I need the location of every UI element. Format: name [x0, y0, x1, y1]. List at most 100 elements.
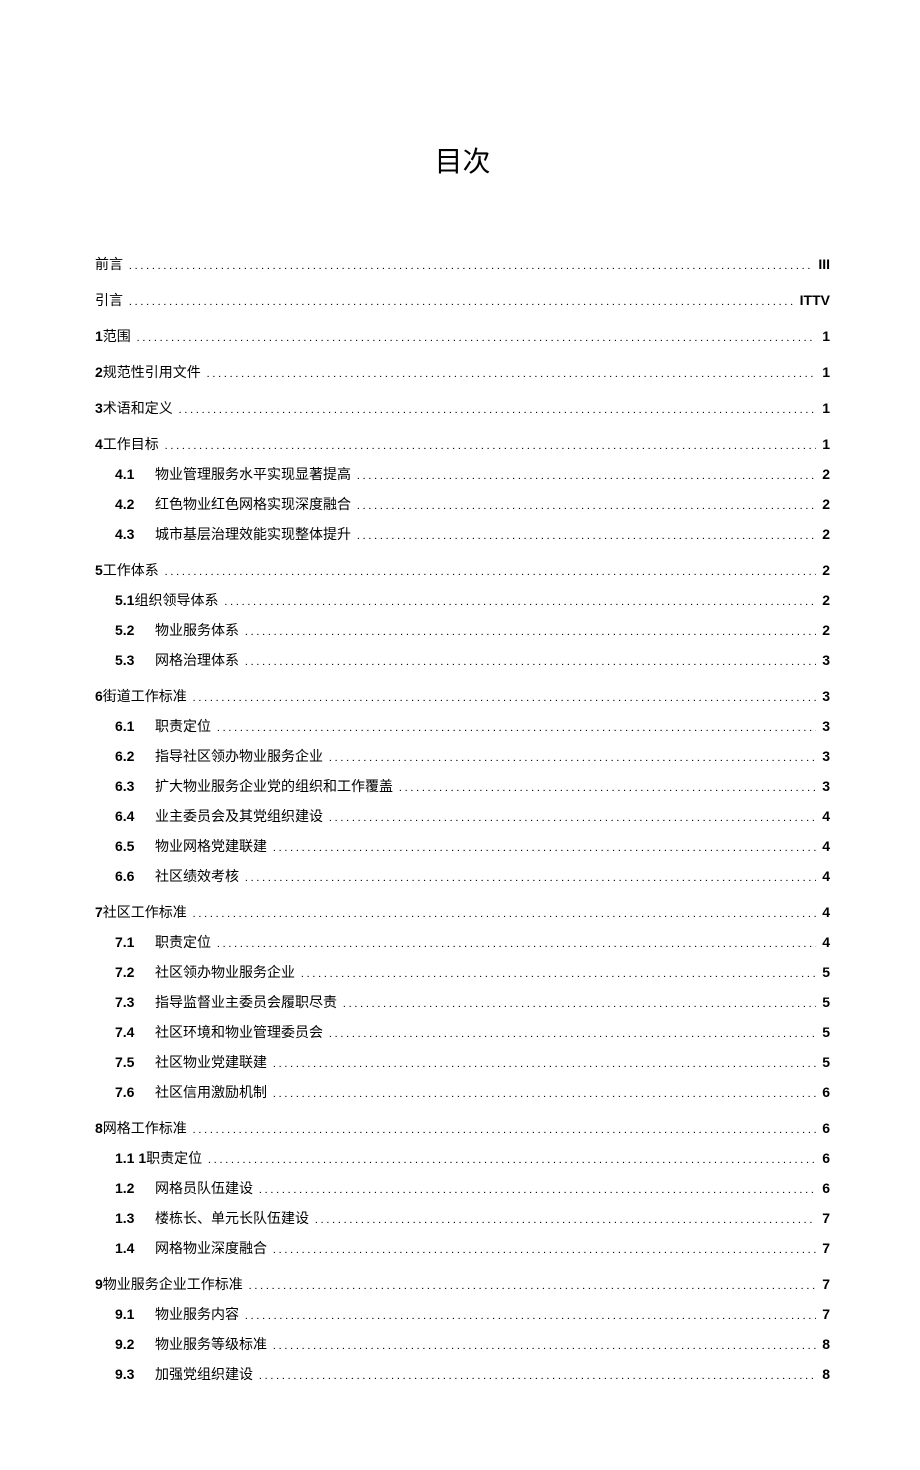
toc-entry: 6.6社区绩效考核 ..............................… [115, 862, 830, 892]
toc-entry-page: 6 [822, 1144, 830, 1172]
toc-entry-leader: ........................................… [249, 1275, 816, 1297]
toc-entry: 1.4网格物业深度融合 ............................… [115, 1234, 830, 1264]
toc-entry-number: 9 [95, 1270, 103, 1298]
toc-entry-page: 3 [822, 682, 830, 710]
toc-entry: 4.1物业管理服务水平实现显著提高 ......................… [115, 460, 830, 490]
toc-entry-leader: ........................................… [245, 651, 816, 673]
toc-entry: 6.1职责定位 ................................… [115, 712, 830, 742]
toc-entry-leader: ........................................… [329, 747, 816, 769]
toc-title: 目次 [95, 140, 830, 180]
toc-entry-page: 3 [822, 646, 830, 674]
toc-entry-number: 4.1 [115, 460, 155, 488]
toc-entry-page: 1 [822, 322, 830, 350]
toc-entry-label: 网格员队伍建设 [155, 1176, 253, 1204]
toc-entry-leader: ........................................… [343, 993, 816, 1015]
toc-entry: 4.2红色物业红色网格实现深度融合 ......................… [115, 490, 830, 520]
toc-entry-page: 5 [822, 988, 830, 1016]
toc-entry-label: 指导社区领办物业服务企业 [155, 744, 323, 772]
toc-entry-leader: ........................................… [179, 399, 816, 421]
toc-entry-page: 2 [822, 556, 830, 584]
toc-entry-page: 1 [822, 430, 830, 458]
toc-entry-leader: ........................................… [259, 1365, 816, 1387]
toc-entry: 9.2物业服务等级标准 ............................… [115, 1330, 830, 1360]
toc-entry: 7.2社区领办物业服务企业 ..........................… [115, 958, 830, 988]
toc-entry-number: 3 [95, 394, 103, 422]
toc-entry: 前言 .....................................… [95, 250, 830, 280]
toc-entry: 5 工作体系 .................................… [95, 556, 830, 586]
toc-entry-label: 规范性引用文件 [103, 360, 201, 388]
table-of-contents: 前言 .....................................… [95, 250, 830, 1390]
toc-entry: 5.2物业服务体系 ..............................… [115, 616, 830, 646]
toc-entry-page: 7 [822, 1204, 830, 1232]
toc-entry-leader: ........................................… [329, 807, 816, 829]
document-page: 目次 前言 ..................................… [0, 0, 920, 1470]
toc-entry-label: 职责定位 [155, 930, 211, 958]
toc-entry-label: 物业管理服务水平实现显著提高 [155, 462, 351, 490]
toc-entry-number: 6.6 [115, 862, 155, 890]
toc-entry-label: 组织领导体系 [134, 588, 218, 616]
toc-entry-page: 3 [822, 712, 830, 740]
toc-entry-label: 楼栋长、单元长队伍建设 [155, 1206, 309, 1234]
toc-entry-page: ITTV [800, 286, 830, 314]
toc-entry-leader: ........................................… [273, 837, 816, 859]
toc-entry-number: 6.3 [115, 772, 155, 800]
toc-entry-leader: ........................................… [245, 867, 816, 889]
toc-entry-label: 指导监督业主委员会履职尽责 [155, 990, 337, 1018]
toc-entry-leader: ........................................… [273, 1053, 816, 1075]
toc-entry-page: 6 [822, 1174, 830, 1202]
toc-entry-label: 业主委员会及其党组织建设 [155, 804, 323, 832]
toc-entry-number: 1 [95, 322, 103, 350]
toc-entry-leader: ........................................… [165, 561, 816, 583]
toc-entry-leader: ........................................… [217, 933, 816, 955]
toc-entry-number: 4 [95, 430, 103, 458]
toc-entry-leader: ........................................… [224, 591, 816, 613]
toc-entry-number: 7.5 [115, 1048, 155, 1076]
toc-entry-leader: ........................................… [329, 1023, 816, 1045]
toc-entry-leader: ........................................… [245, 1305, 816, 1327]
toc-entry-number: 8 [95, 1114, 103, 1142]
toc-entry: 1.2网格员队伍建设 .............................… [115, 1174, 830, 1204]
toc-entry-number: 6.5 [115, 832, 155, 860]
toc-entry-leader: ........................................… [207, 363, 816, 385]
toc-entry-label: 职责定位 [146, 1146, 202, 1174]
toc-entry-page: 2 [822, 616, 830, 644]
toc-entry-label: 职责定位 [155, 714, 211, 742]
toc-entry: 7.4社区环境和物业管理委员会 ........................… [115, 1018, 830, 1048]
toc-entry-number: 5.3 [115, 646, 155, 674]
toc-entry-leader: ........................................… [357, 465, 816, 487]
toc-entry-page: III [818, 250, 830, 278]
toc-entry: 9.1物业服务内容 ..............................… [115, 1300, 830, 1330]
toc-entry: 7 社区工作标准 ...............................… [95, 898, 830, 928]
toc-entry-page: 4 [822, 862, 830, 890]
toc-entry-page: 4 [822, 898, 830, 926]
toc-entry-label: 扩大物业服务企业党的组织和工作覆盖 [155, 774, 393, 802]
toc-entry-number: 9.1 [115, 1300, 155, 1328]
toc-entry-label: 工作目标 [103, 432, 159, 460]
toc-entry-page: 5 [822, 1018, 830, 1046]
toc-entry-number: 7.4 [115, 1018, 155, 1046]
toc-entry-number: 6.4 [115, 802, 155, 830]
toc-entry-label: 物业服务体系 [155, 618, 239, 646]
toc-entry: 7.1职责定位 ................................… [115, 928, 830, 958]
toc-entry: 5.1 组织领导体系..............................… [115, 586, 830, 616]
toc-entry-label: 加强党组织建设 [155, 1362, 253, 1390]
toc-entry-leader: ........................................… [301, 963, 816, 985]
toc-entry-label: 物业服务等级标准 [155, 1332, 267, 1360]
toc-entry-label: 工作体系 [103, 558, 159, 586]
toc-entry-number: 5.1 [115, 586, 134, 614]
toc-entry-page: 5 [822, 958, 830, 986]
toc-entry-leader: ........................................… [273, 1239, 816, 1261]
toc-entry-number: 6 [95, 682, 103, 710]
toc-entry-leader: ........................................… [208, 1149, 816, 1171]
toc-entry-label: 前言 [95, 252, 123, 280]
toc-entry-label: 范围 [103, 324, 131, 352]
toc-entry-label: 社区物业党建联建 [155, 1050, 267, 1078]
toc-entry: 8 网格工作标准 ...............................… [95, 1114, 830, 1144]
toc-entry: 1 范围 ...................................… [95, 322, 830, 352]
toc-entry-number: 5.2 [115, 616, 155, 644]
toc-entry-label: 物业服务企业工作标准 [103, 1272, 243, 1300]
toc-entry-number: 5 [95, 556, 103, 584]
toc-entry-label: 社区绩效考核 [155, 864, 239, 892]
toc-entry-label: 城市基层治理效能实现整体提升 [155, 522, 351, 550]
toc-entry-number: 7.1 [115, 928, 155, 956]
